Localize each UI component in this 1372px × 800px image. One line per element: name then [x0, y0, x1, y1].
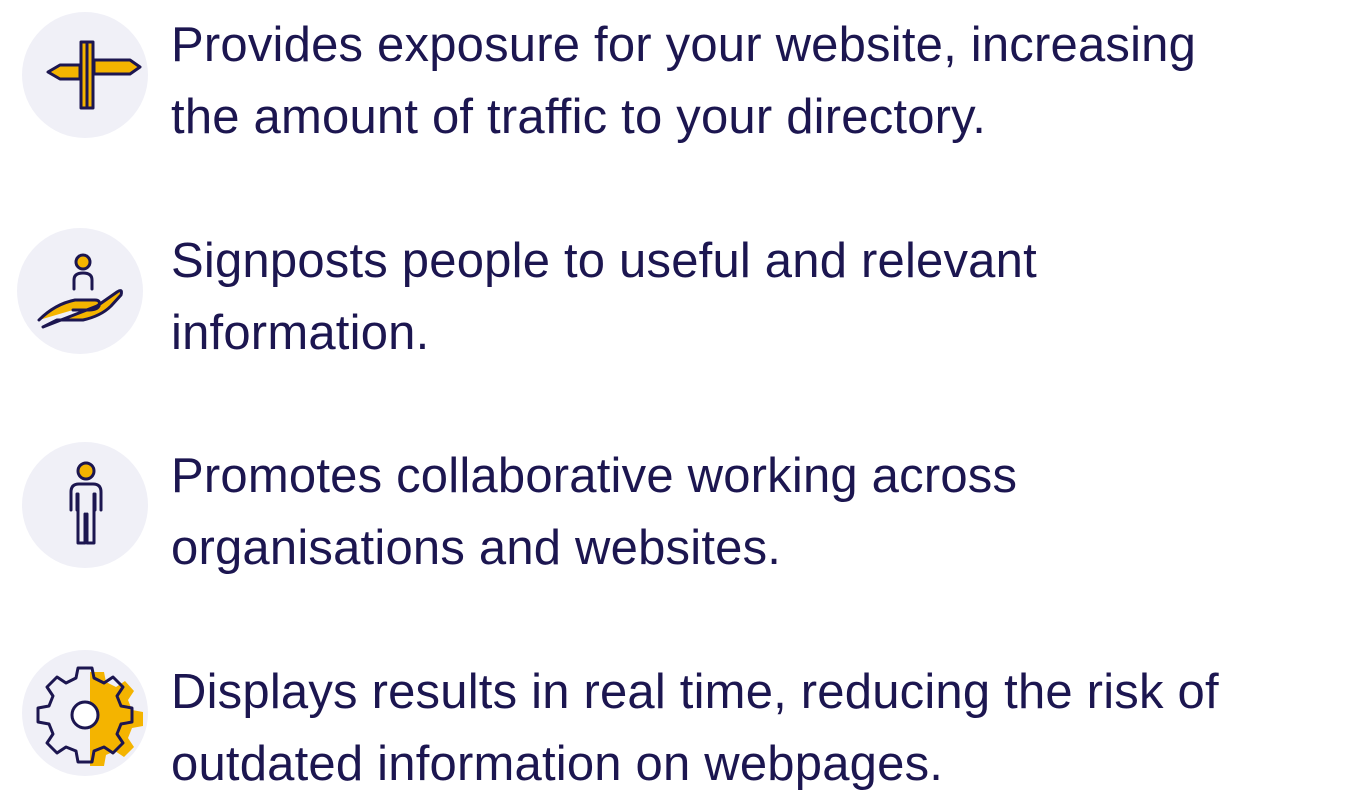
icon-badge — [22, 12, 148, 138]
benefit-text: Provides exposure for your website, incr… — [171, 9, 1361, 153]
benefit-text-line: outdated information on webpages. — [171, 737, 944, 791]
icon-badge — [22, 650, 148, 776]
benefit-text: Signposts people to useful and relevant … — [171, 225, 1361, 369]
hand-holding-person-icon — [37, 253, 123, 329]
benefit-text-line: organisations and websites. — [171, 521, 782, 575]
benefit-text-line: the amount of traffic to your directory. — [171, 90, 987, 144]
benefit-text-line: Provides exposure for your website, incr… — [171, 18, 1197, 72]
benefit-text: Promotes collaborative working across or… — [171, 440, 1361, 584]
icon-badge — [22, 442, 148, 568]
benefit-text: Displays results in real time, reducing … — [171, 656, 1361, 800]
benefit-text-line: information. — [171, 306, 430, 360]
benefit-text-line: Displays results in real time, reducing … — [171, 665, 1219, 719]
benefit-text-line: Signposts people to useful and relevant — [171, 234, 1037, 288]
benefit-list: Provides exposure for your website, incr… — [0, 0, 1372, 793]
person-icon — [69, 461, 103, 545]
gear-icon — [36, 666, 143, 766]
benefit-text-line: Promotes collaborative working across — [171, 449, 1018, 503]
signpost-icon — [46, 40, 142, 110]
icon-badge — [17, 228, 143, 354]
